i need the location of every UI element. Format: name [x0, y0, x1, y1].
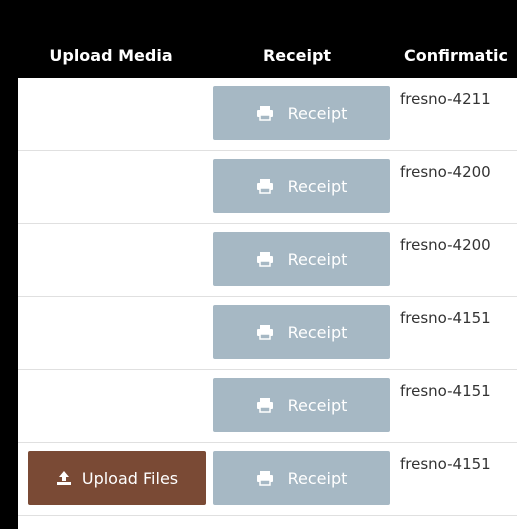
receipt-button[interactable]: Receipt — [213, 305, 390, 359]
table-row: Receipt fresno-4151 — [18, 297, 517, 370]
printer-icon — [256, 398, 273, 413]
table-row: Upload Files Receipt fresno-4151 — [18, 443, 517, 516]
printer-icon — [256, 471, 273, 486]
confirmation-number: fresno-4200 — [400, 236, 491, 254]
receipt-button-label: Receipt — [287, 103, 348, 123]
receipt-button[interactable]: Receipt — [213, 232, 390, 286]
header-confirmation: Confirmatic — [404, 46, 508, 65]
receipt-button-label: Receipt — [287, 176, 348, 196]
receipt-button[interactable]: Receipt — [213, 159, 390, 213]
header-receipt: Receipt — [262, 46, 332, 65]
confirmation-number: fresno-4151 — [400, 382, 491, 400]
confirmation-number: fresno-4151 — [400, 455, 491, 473]
receipt-button-label: Receipt — [287, 249, 348, 269]
window-frame: Upload Media Receipt Confirmatic Receipt… — [0, 0, 517, 529]
uploads-table: Upload Media Receipt Confirmatic Receipt… — [18, 34, 517, 529]
table-row: Receipt fresno-4200 — [18, 224, 517, 297]
upload-files-button[interactable]: Upload Files — [28, 451, 206, 505]
printer-icon — [256, 106, 273, 121]
table-header: Upload Media Receipt Confirmatic — [18, 34, 517, 78]
receipt-button[interactable]: Receipt — [213, 378, 390, 432]
table-row: Receipt fresno-4151 — [18, 370, 517, 443]
confirmation-number: fresno-4151 — [400, 309, 491, 327]
printer-icon — [256, 179, 273, 194]
upload-icon — [56, 471, 71, 485]
upload-files-label: Upload Files — [81, 468, 179, 488]
printer-icon — [256, 325, 273, 340]
printer-icon — [256, 252, 273, 267]
receipt-button[interactable]: Receipt — [213, 451, 390, 505]
receipt-button[interactable]: Receipt — [213, 86, 390, 140]
receipt-button-label: Receipt — [287, 395, 348, 415]
table-row: Receipt fresno-4211 — [18, 78, 517, 151]
receipt-button-label: Receipt — [287, 322, 348, 342]
confirmation-number: fresno-4211 — [400, 90, 491, 108]
confirmation-number: fresno-4200 — [400, 163, 491, 181]
header-upload-media: Upload Media — [49, 46, 173, 65]
table-row: Receipt fresno-4200 — [18, 151, 517, 224]
receipt-button-label: Receipt — [287, 468, 348, 488]
